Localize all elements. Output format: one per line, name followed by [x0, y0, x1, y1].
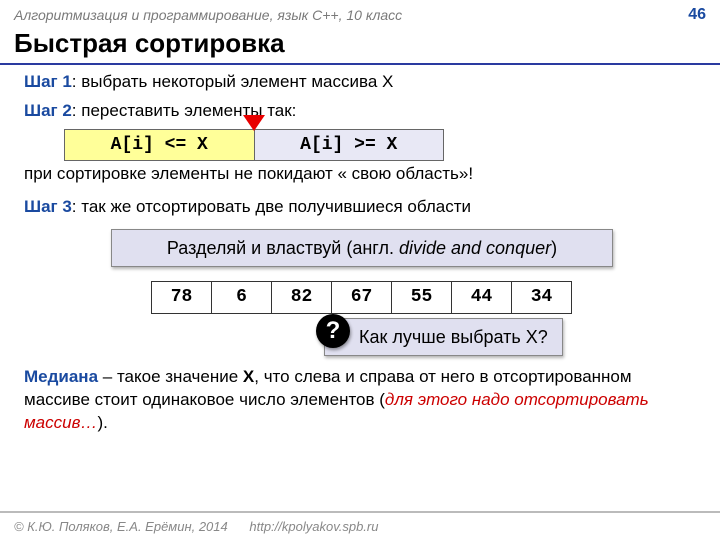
step3: Шаг 3: так же отсортировать две получивш… [24, 196, 700, 219]
array-cell: 67 [331, 281, 392, 313]
step2: Шаг 2: переставить элементы так: [24, 100, 700, 123]
median-x: X [243, 367, 254, 386]
step1: Шаг 1: выбрать некоторый элемент массива… [24, 71, 700, 94]
array-cell: 55 [391, 281, 452, 313]
partition-note: при сортировке элементы не покидают « св… [24, 163, 700, 186]
array-cell: 78 [151, 281, 212, 313]
step3-text: : так же отсортировать две получившиеся … [72, 197, 471, 216]
page-number: 46 [688, 6, 706, 24]
question-callout: ? Как лучше выбрать X? [324, 318, 700, 356]
motto-ru: Разделяй и властвуй (англ. [167, 238, 399, 258]
step1-label: Шаг 1 [24, 72, 72, 91]
partition-right: A[i] >= X [255, 130, 444, 160]
question-box: Как лучше выбрать X? [324, 318, 563, 356]
footer: © К.Ю. Поляков, Е.А. Ерёмин, 2014 http:/… [0, 511, 720, 540]
median-text: ). [97, 413, 107, 432]
slide-content: Шаг 1: выбрать некоторый элемент массива… [0, 65, 720, 435]
array-cell: 34 [511, 281, 572, 313]
footer-url: http://kpolyakov.spb.ru [249, 519, 378, 534]
array-cell: 82 [271, 281, 332, 313]
course-name: Алгоритмизация и программирование, язык … [14, 7, 402, 23]
step1-text: : выбрать некоторый элемент массива X [72, 72, 394, 91]
question-mark-icon: ? [316, 314, 350, 348]
array-cell: 44 [451, 281, 512, 313]
median-definition: Медиана – такое значение X, что слева и … [24, 366, 700, 435]
motto-en: divide and conquer [399, 238, 551, 258]
partition-diagram: A[i] <= X A[i] >= X [64, 129, 444, 161]
motto-close: ) [551, 238, 557, 258]
header-bar: Алгоритмизация и программирование, язык … [0, 0, 720, 26]
array-row: 78 6 82 67 55 44 34 [152, 281, 572, 313]
step2-label: Шаг 2 [24, 101, 72, 120]
pivot-marker-icon [243, 115, 265, 131]
page-title: Быстрая сортировка [0, 26, 720, 65]
motto-box: Разделяй и властвуй (англ. divide and co… [111, 229, 613, 267]
step3-label: Шаг 3 [24, 197, 72, 216]
footer-copyright: © К.Ю. Поляков, Е.А. Ерёмин, 2014 [14, 519, 228, 534]
median-label: Медиана [24, 367, 98, 386]
array-cell: 6 [211, 281, 272, 313]
median-text: – такое значение [98, 367, 243, 386]
partition-left: A[i] <= X [65, 130, 255, 160]
partition-box: A[i] <= X A[i] >= X [64, 129, 444, 161]
